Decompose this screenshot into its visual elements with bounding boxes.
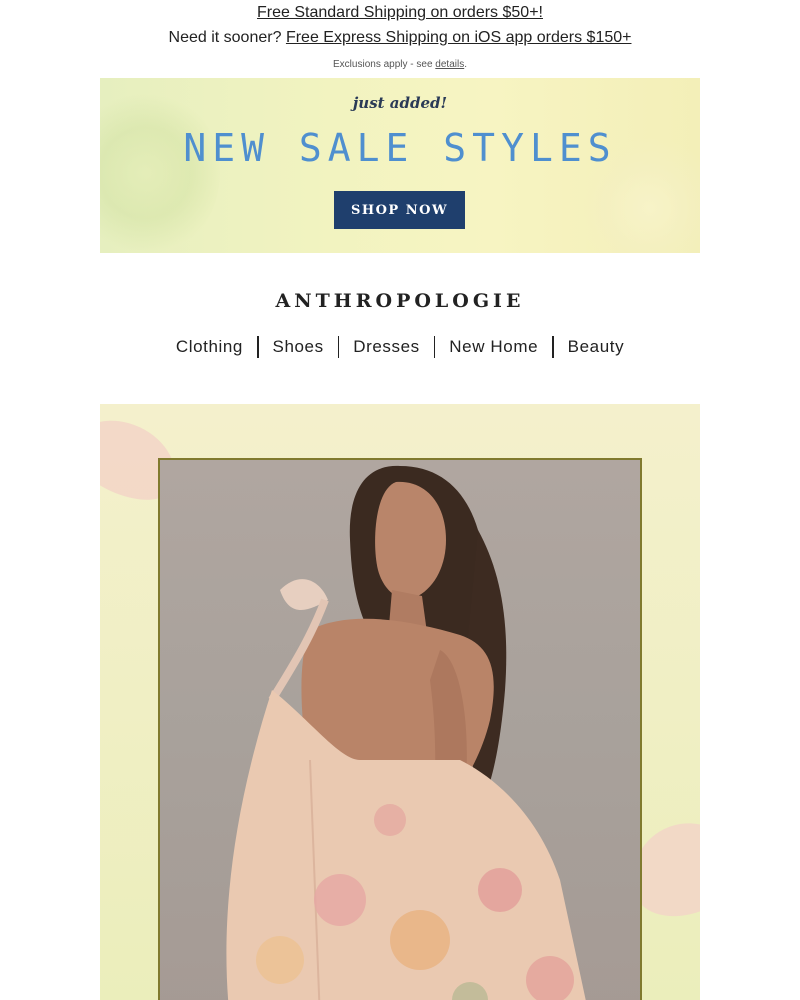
just-added-eyebrow: just added! [352, 94, 448, 112]
brand-logo[interactable]: ANTHROPOLOGIE [0, 290, 800, 312]
express-shipping-line: Need it sooner? Free Express Shipping on… [0, 29, 800, 47]
exclusions-note: Exclusions apply - see details. [0, 59, 800, 70]
nav-item-beauty[interactable]: Beauty [554, 337, 639, 357]
hero-section[interactable] [100, 404, 700, 1000]
flower-decoration-left [100, 88, 220, 253]
exclusions-suffix: . [464, 59, 467, 70]
sale-headline: NEW SALE STYLES [183, 126, 617, 170]
model-photo [226, 465, 586, 1000]
details-link[interactable]: details [435, 59, 464, 70]
express-shipping-link[interactable]: Free Express Shipping on iOS app orders … [286, 29, 632, 46]
new-sale-styles-banner[interactable]: just added! NEW SALE STYLES SHOP NOW [100, 78, 700, 253]
express-shipping-prefix: Need it sooner? [168, 29, 282, 46]
hero-photo-frame [158, 458, 642, 1000]
exclusions-prefix: Exclusions apply - see [333, 59, 433, 70]
category-nav: Clothing Shoes Dresses New Home Beauty [0, 336, 800, 358]
nav-item-new-home[interactable]: New Home [435, 337, 552, 357]
nav-item-shoes[interactable]: Shoes [259, 337, 338, 357]
nav-item-clothing[interactable]: Clothing [162, 337, 257, 357]
free-standard-shipping-link[interactable]: Free Standard Shipping on orders $50+! [257, 4, 543, 21]
nav-item-dresses[interactable]: Dresses [339, 337, 434, 357]
free-standard-shipping-line: Free Standard Shipping on orders $50+! [0, 4, 800, 22]
shop-now-button[interactable]: SHOP NOW [334, 191, 465, 229]
